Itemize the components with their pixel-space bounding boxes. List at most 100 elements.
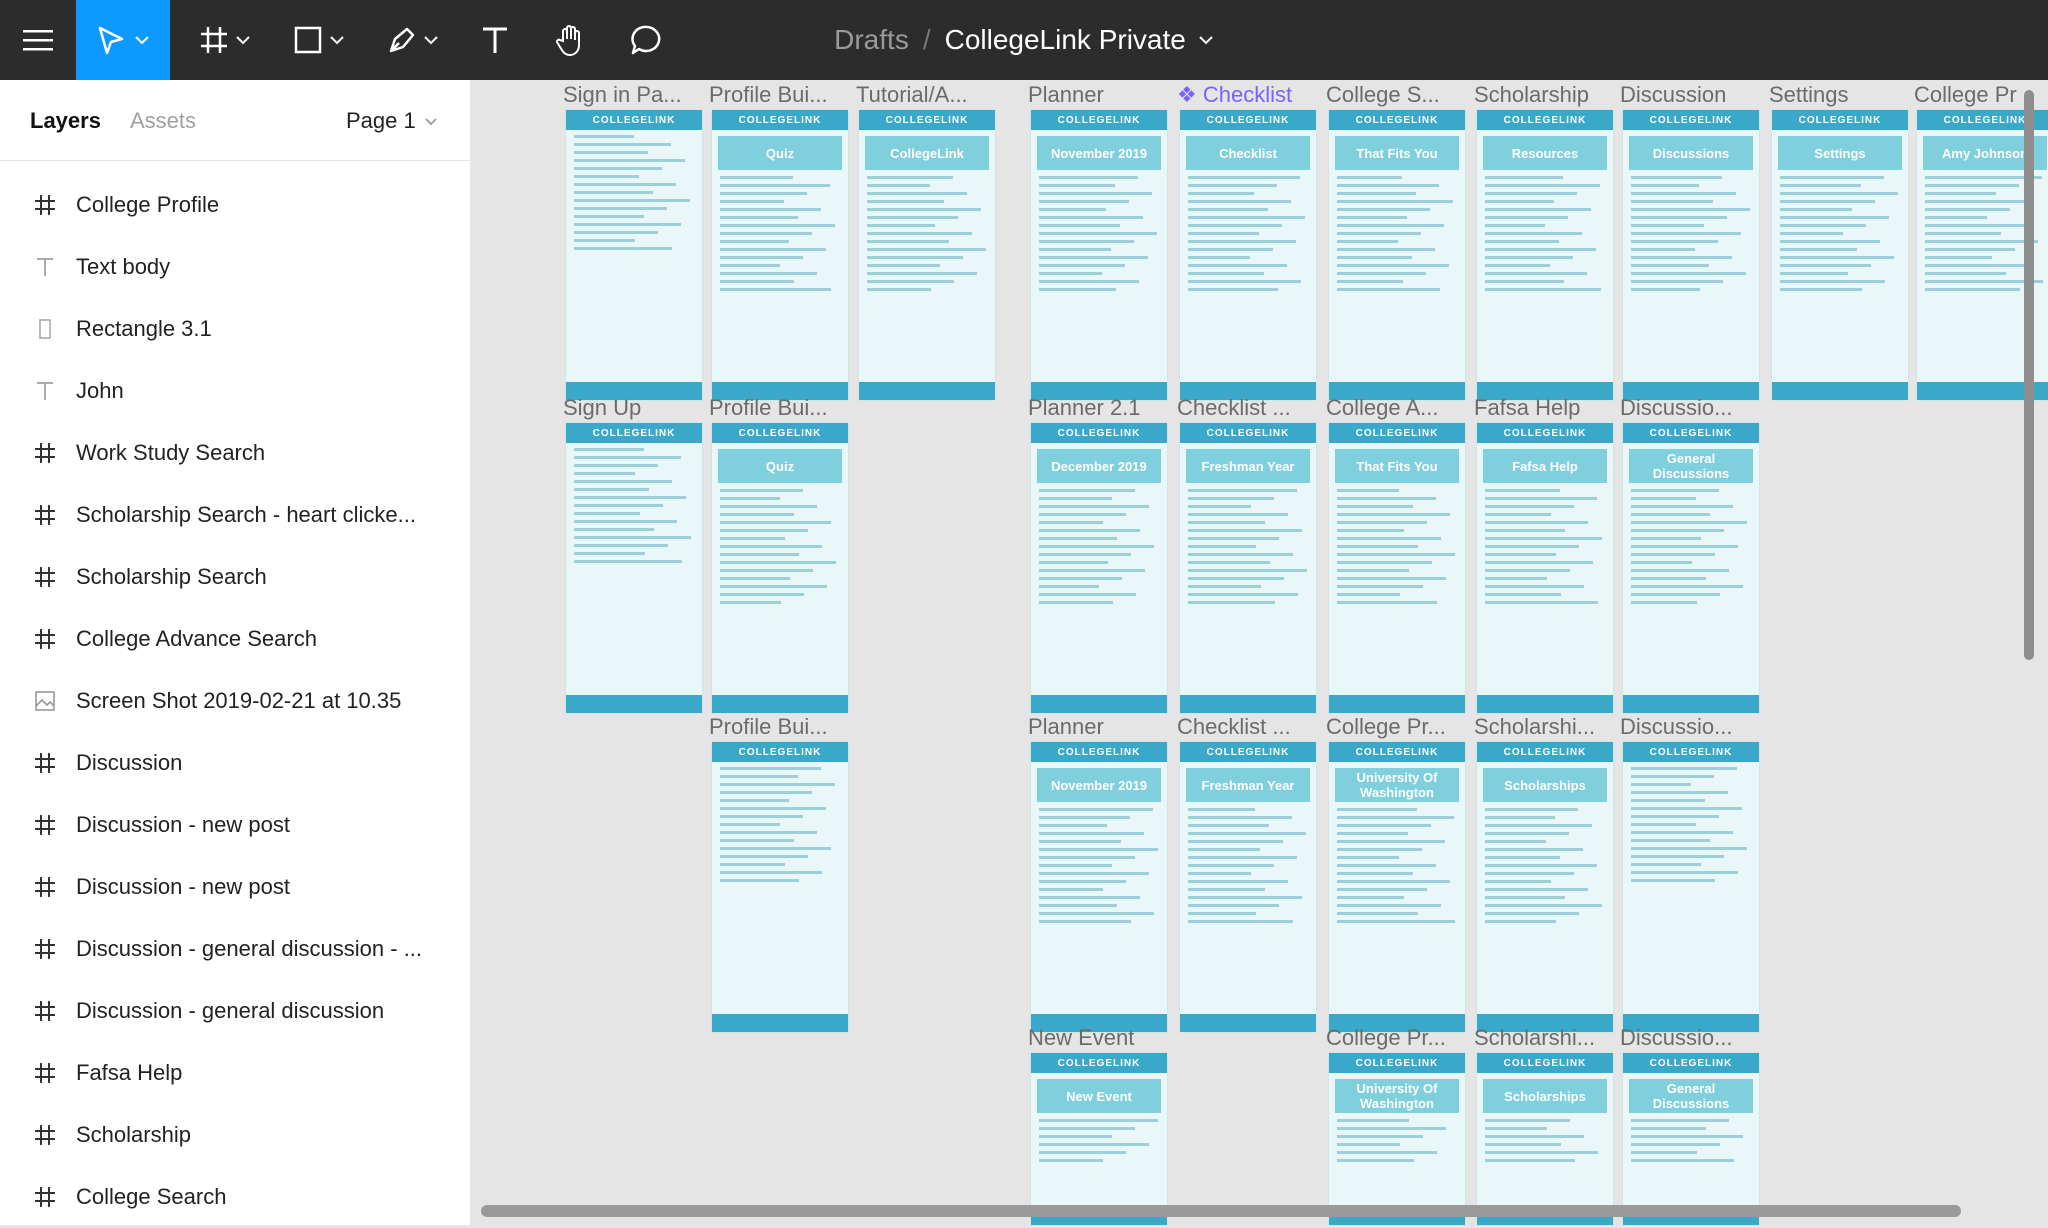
frame-label[interactable]: Scholarshi... bbox=[1474, 714, 1595, 740]
layer-row[interactable]: Rectangle 3.1 bbox=[0, 298, 470, 360]
frame-label[interactable]: Profile Bui... bbox=[709, 714, 828, 740]
layer-row[interactable]: Fafsa Help bbox=[0, 1042, 470, 1104]
layer-row[interactable]: College Search bbox=[0, 1166, 470, 1228]
frame-label[interactable]: Sign Up bbox=[563, 395, 641, 421]
page-selector[interactable]: Page 1 bbox=[346, 108, 416, 134]
breadcrumb-drafts[interactable]: Drafts bbox=[834, 24, 909, 56]
frame-thumbnail[interactable]: COLLEGELINK Discussions bbox=[1623, 110, 1759, 400]
frame-tab-bar bbox=[1329, 695, 1465, 713]
frame-thumbnail[interactable]: COLLEGELINK December 2019 bbox=[1031, 423, 1167, 713]
frame-thumbnail[interactable]: COLLEGELINK Checklist bbox=[1180, 110, 1316, 400]
main-menu-button[interactable] bbox=[0, 0, 76, 80]
frame-thumbnail[interactable]: COLLEGELINK General Discussions bbox=[1623, 423, 1759, 713]
frame-thumbnail[interactable]: COLLEGELINK Quiz bbox=[712, 110, 848, 400]
frame-label[interactable]: Planner 2.1 bbox=[1028, 395, 1141, 421]
layer-row[interactable]: Discussion - general discussion bbox=[0, 980, 470, 1042]
layer-row[interactable]: Scholarship bbox=[0, 1104, 470, 1166]
layer-row[interactable]: Scholarship Search bbox=[0, 546, 470, 608]
frame-label[interactable]: College S... bbox=[1326, 82, 1440, 108]
frame-text-placeholder bbox=[720, 799, 789, 802]
frame-thumbnail[interactable]: COLLEGELINK Scholarships bbox=[1477, 1053, 1613, 1225]
shape-tool-button[interactable] bbox=[284, 0, 354, 80]
frame-tab-bar bbox=[712, 695, 848, 713]
frame-label[interactable]: ❖ Checklist bbox=[1177, 82, 1292, 108]
layer-row[interactable]: Discussion - new post bbox=[0, 856, 470, 918]
frame-label[interactable]: Checklist ... bbox=[1177, 395, 1291, 421]
frame-thumbnail[interactable]: COLLEGELINK bbox=[712, 742, 848, 1032]
layer-row[interactable]: Scholarship Search - heart clicke... bbox=[0, 484, 470, 546]
layer-row[interactable]: Work Study Search bbox=[0, 422, 470, 484]
frame-tab-bar bbox=[1180, 1014, 1316, 1032]
frame-text-placeholder bbox=[1039, 864, 1112, 867]
layer-row[interactable]: Discussion - new post bbox=[0, 794, 470, 856]
text-tool-button[interactable] bbox=[470, 0, 520, 80]
frame-thumbnail[interactable]: COLLEGELINK University Of Washington bbox=[1329, 742, 1465, 1032]
frame-thumbnail[interactable]: COLLEGELINK Freshman Year bbox=[1180, 742, 1316, 1032]
frame-label[interactable]: Profile Bui... bbox=[709, 82, 828, 108]
frame-label[interactable]: Profile Bui... bbox=[709, 395, 828, 421]
move-tool-button[interactable] bbox=[76, 0, 170, 80]
vertical-scrollbar[interactable] bbox=[2024, 90, 2034, 660]
frame-thumbnail[interactable]: COLLEGELINK November 2019 bbox=[1031, 110, 1167, 400]
frame-thumbnail[interactable]: COLLEGELINK Quiz bbox=[712, 423, 848, 713]
frame-thumbnail[interactable]: COLLEGELINK CollegeLink bbox=[859, 110, 995, 400]
frame-thumbnail[interactable]: COLLEGELINK University Of Washington bbox=[1329, 1053, 1465, 1225]
frame-label[interactable]: Scholarship bbox=[1474, 82, 1589, 108]
frame-thumbnail[interactable]: COLLEGELINK New Event bbox=[1031, 1053, 1167, 1225]
frame-thumbnail[interactable]: COLLEGELINK That Fits You bbox=[1329, 110, 1465, 400]
layer-row[interactable]: College Advance Search bbox=[0, 608, 470, 670]
frame-thumbnail[interactable]: COLLEGELINK General Discussions bbox=[1623, 1053, 1759, 1225]
frame-label[interactable]: Discussio... bbox=[1620, 714, 1732, 740]
frame-thumbnail[interactable]: COLLEGELINK bbox=[566, 110, 702, 400]
frame-tool-button[interactable] bbox=[190, 0, 260, 80]
layer-row[interactable]: John bbox=[0, 360, 470, 422]
frame-label[interactable]: Scholarshi... bbox=[1474, 1025, 1595, 1051]
frame-text-placeholder bbox=[1337, 1143, 1400, 1146]
frame-label[interactable]: College Pr bbox=[1914, 82, 2017, 108]
frame-thumbnail[interactable]: COLLEGELINK Resources bbox=[1477, 110, 1613, 400]
frame-label[interactable]: College A... bbox=[1326, 395, 1439, 421]
frame-label[interactable]: College Pr... bbox=[1326, 1025, 1446, 1051]
frame-thumbnail[interactable]: COLLEGELINK bbox=[566, 423, 702, 713]
chevron-down-icon[interactable] bbox=[1198, 35, 1214, 45]
frame-app-header: COLLEGELINK bbox=[1623, 1053, 1759, 1073]
pen-tool-button[interactable] bbox=[378, 0, 448, 80]
horizontal-scrollbar[interactable] bbox=[481, 1205, 1961, 1217]
tab-assets[interactable]: Assets bbox=[130, 108, 196, 134]
frame-text-placeholder bbox=[574, 159, 685, 162]
frame-thumbnail[interactable]: COLLEGELINK Settings bbox=[1772, 110, 1908, 400]
frame-thumbnail[interactable]: COLLEGELINK November 2019 bbox=[1031, 742, 1167, 1032]
frame-label[interactable]: Planner bbox=[1028, 82, 1104, 108]
design-canvas[interactable]: Sign in Pa... COLLEGELINK Profile Bui... CO… bbox=[471, 80, 2048, 1225]
frame-label[interactable]: College Pr... bbox=[1326, 714, 1446, 740]
layer-row[interactable]: Screen Shot 2019-02-21 at 10.35 bbox=[0, 670, 470, 732]
frame-thumbnail[interactable]: COLLEGELINK That Fits You bbox=[1329, 423, 1465, 713]
frame-text-placeholder bbox=[1485, 505, 1574, 508]
frame-label[interactable]: Discussion bbox=[1620, 82, 1726, 108]
frame-label[interactable]: Planner bbox=[1028, 714, 1104, 740]
frame-thumbnail[interactable]: COLLEGELINK bbox=[1623, 742, 1759, 1032]
frame-label[interactable]: Checklist ... bbox=[1177, 714, 1291, 740]
frame-text-placeholder bbox=[1188, 240, 1296, 243]
chevron-down-icon[interactable] bbox=[424, 117, 438, 126]
hand-tool-button[interactable] bbox=[546, 0, 596, 80]
frame-thumbnail[interactable]: COLLEGELINK Fafsa Help bbox=[1477, 423, 1613, 713]
frame-label[interactable]: Sign in Pa... bbox=[563, 82, 682, 108]
layer-row[interactable]: College Profile bbox=[0, 174, 470, 236]
frame-label[interactable]: Settings bbox=[1769, 82, 1849, 108]
comment-tool-button[interactable] bbox=[622, 0, 672, 80]
layer-row[interactable]: Text body bbox=[0, 236, 470, 298]
frame-label[interactable]: New Event bbox=[1028, 1025, 1134, 1051]
layer-row[interactable]: Discussion bbox=[0, 732, 470, 794]
frame-thumbnail[interactable]: COLLEGELINK Scholarships bbox=[1477, 742, 1613, 1032]
frame-text-placeholder bbox=[867, 184, 930, 187]
frame-label[interactable]: Fafsa Help bbox=[1474, 395, 1580, 421]
frame-label[interactable]: Discussio... bbox=[1620, 1025, 1732, 1051]
frame-text-placeholder bbox=[1485, 561, 1593, 564]
file-name[interactable]: CollegeLink Private bbox=[945, 24, 1186, 56]
frame-thumbnail[interactable]: COLLEGELINK Freshman Year bbox=[1180, 423, 1316, 713]
frame-label[interactable]: Tutorial/A... bbox=[856, 82, 968, 108]
layer-row[interactable]: Discussion - general discussion - ... bbox=[0, 918, 470, 980]
frame-label[interactable]: Discussio... bbox=[1620, 395, 1732, 421]
tab-layers[interactable]: Layers bbox=[30, 108, 101, 134]
